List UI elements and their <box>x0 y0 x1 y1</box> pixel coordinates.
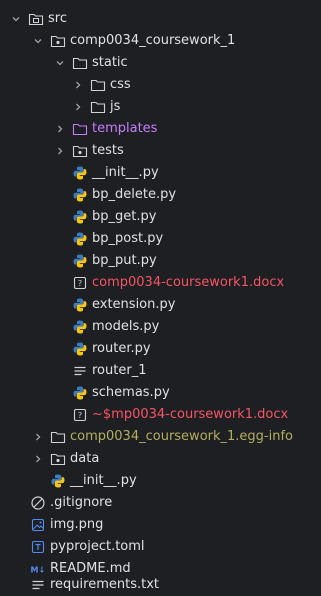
tree-item-label: schemas.py <box>92 385 170 400</box>
tree-file-src-init-py[interactable]: __init__.py <box>0 470 321 492</box>
tree-file-models-py[interactable]: models.py <box>0 316 321 338</box>
package-folder-icon <box>72 143 88 159</box>
python-file-icon <box>72 187 88 203</box>
tree-file-router-1[interactable]: router_1 <box>0 360 321 382</box>
tree-file-extension-py[interactable]: extension.py <box>0 294 321 316</box>
source-folder-icon <box>28 11 44 27</box>
tree-file-init-py[interactable]: __init__.py <box>0 162 321 184</box>
folder-icon <box>90 77 106 93</box>
tree-item-label: comp0034_coursework_1.egg-info <box>70 429 293 444</box>
chevron-right-icon[interactable] <box>32 431 44 443</box>
tree-item-label: bp_put.py <box>92 253 157 268</box>
tree-folder-data[interactable]: data <box>0 448 321 470</box>
python-file-icon <box>72 385 88 401</box>
tree-item-label: comp0034-coursework1.docx <box>92 275 285 290</box>
svg-text:?: ? <box>78 279 82 288</box>
tree-item-label: pyproject.toml <box>50 539 145 554</box>
project-tree: src comp0034_coursework_1 static css js … <box>0 0 321 592</box>
tree-file-router-py[interactable]: router.py <box>0 338 321 360</box>
tree-item-label: static <box>92 55 128 70</box>
tree-item-label: js <box>110 99 121 114</box>
tree-file-pyproject-toml[interactable]: pyproject.toml <box>0 536 321 558</box>
toml-file-icon <box>30 539 46 555</box>
tree-item-label: router_1 <box>92 363 147 378</box>
python-file-icon <box>50 473 66 489</box>
tree-item-label: src <box>48 11 67 26</box>
chevron-down-icon[interactable] <box>10 13 22 25</box>
tree-item-label: requirements.txt <box>50 577 160 592</box>
python-file-icon <box>72 253 88 269</box>
package-folder-icon <box>50 33 66 49</box>
chevron-right-icon[interactable] <box>72 79 84 91</box>
chevron-down-icon[interactable] <box>54 57 66 69</box>
tree-file-bp-delete-py[interactable]: bp_delete.py <box>0 184 321 206</box>
folder-icon <box>90 99 106 115</box>
tree-folder-src[interactable]: src <box>0 8 321 30</box>
image-file-icon <box>30 517 46 533</box>
unknown-file-icon: ? <box>72 275 88 291</box>
chevron-right-icon[interactable] <box>32 453 44 465</box>
tree-file-requirements-txt[interactable]: requirements.txt <box>0 574 321 596</box>
tree-item-label: __init__.py <box>70 473 137 488</box>
chevron-right-icon[interactable] <box>72 101 84 113</box>
tree-file-schemas-py[interactable]: schemas.py <box>0 382 321 404</box>
folder-icon <box>72 55 88 71</box>
chevron-down-icon[interactable] <box>32 35 44 47</box>
text-file-icon <box>30 577 46 593</box>
tree-item-label: bp_delete.py <box>92 187 177 202</box>
tree-item-label: templates <box>92 121 158 136</box>
tree-file-bp-get-py[interactable]: bp_get.py <box>0 206 321 228</box>
tree-item-label: models.py <box>92 319 160 334</box>
python-file-icon <box>72 209 88 225</box>
tree-file-bp-put-py[interactable]: bp_put.py <box>0 250 321 272</box>
python-file-icon <box>72 165 88 181</box>
tree-folder-comp0034-coursework-1[interactable]: comp0034_coursework_1 <box>0 30 321 52</box>
tree-item-label: ~$mp0034-coursework1.docx <box>92 407 289 422</box>
tree-item-label: bp_post.py <box>92 231 164 246</box>
folder-icon <box>50 429 66 445</box>
python-file-icon <box>72 231 88 247</box>
tree-folder-templates[interactable]: templates <box>0 118 321 140</box>
tree-item-label: tests <box>92 143 124 158</box>
python-file-icon <box>72 319 88 335</box>
tree-item-label: .gitignore <box>50 495 113 510</box>
tree-folder-css[interactable]: css <box>0 74 321 96</box>
tree-item-label: router.py <box>92 341 151 356</box>
package-folder-icon <box>50 451 66 467</box>
python-file-icon <box>72 341 88 357</box>
tree-item-label: bp_get.py <box>92 209 157 224</box>
tree-folder-static[interactable]: static <box>0 52 321 74</box>
tree-item-label: __init__.py <box>92 165 159 180</box>
tree-file-coursework-docx[interactable]: ? comp0034-coursework1.docx <box>0 272 321 294</box>
ignore-file-icon <box>30 495 46 511</box>
tree-item-label: css <box>110 77 131 92</box>
tree-file-temp-docx[interactable]: ? ~$mp0034-coursework1.docx <box>0 404 321 426</box>
tree-file-bp-post-py[interactable]: bp_post.py <box>0 228 321 250</box>
tree-file-img-png[interactable]: img.png <box>0 514 321 536</box>
chevron-right-icon[interactable] <box>54 123 66 135</box>
tree-item-label: data <box>70 451 100 466</box>
tree-item-label: img.png <box>50 517 104 532</box>
tree-item-label: comp0034_coursework_1 <box>70 33 236 48</box>
unknown-file-icon: ? <box>72 407 88 423</box>
svg-text:?: ? <box>78 411 82 420</box>
tree-folder-js[interactable]: js <box>0 96 321 118</box>
templates-folder-icon <box>72 121 88 137</box>
tree-folder-egg-info[interactable]: comp0034_coursework_1.egg-info <box>0 426 321 448</box>
python-file-icon <box>72 297 88 313</box>
tree-item-label: extension.py <box>92 297 176 312</box>
tree-folder-tests[interactable]: tests <box>0 140 321 162</box>
chevron-right-icon[interactable] <box>54 145 66 157</box>
tree-file-gitignore[interactable]: .gitignore <box>0 492 321 514</box>
text-file-icon <box>72 363 88 379</box>
